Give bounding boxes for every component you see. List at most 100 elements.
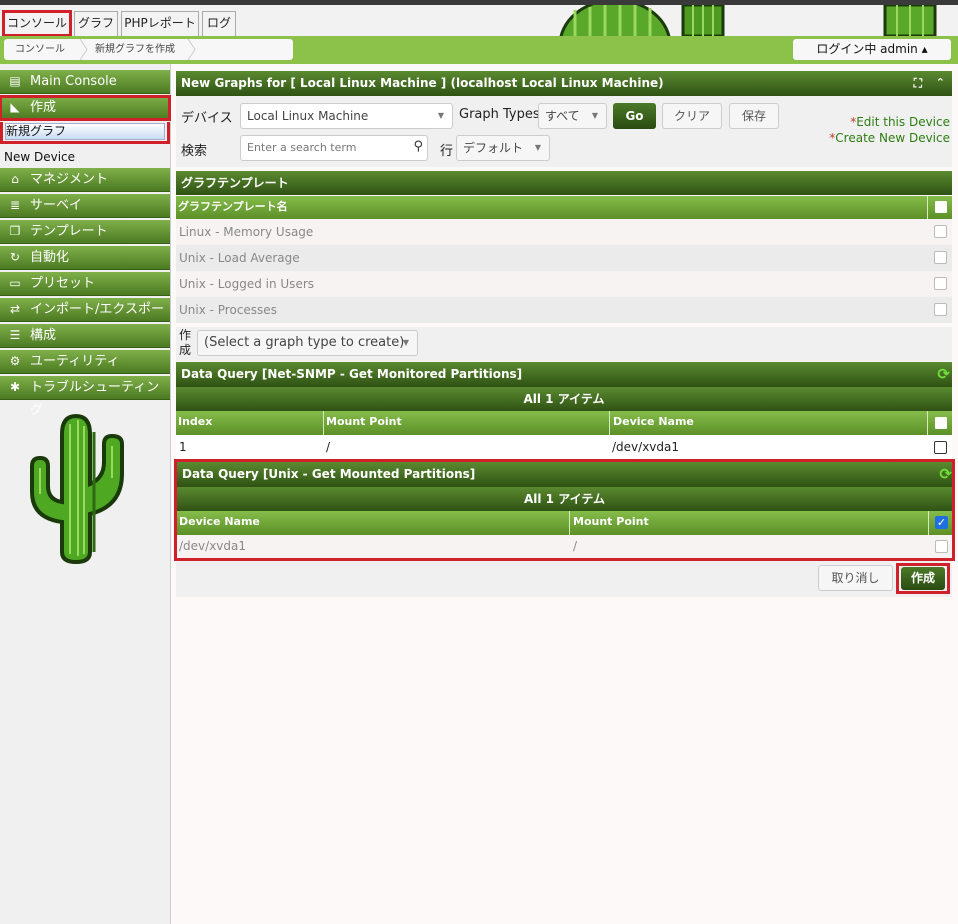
select-all-checkbox[interactable] <box>927 411 952 435</box>
home-icon: ⌂ <box>11 172 19 186</box>
breadcrumb: コンソール 新規グラフを作成 <box>4 39 293 60</box>
tab-console[interactable]: コンソール <box>2 10 72 37</box>
table-row[interactable]: Linux - Memory Usage <box>176 219 952 245</box>
table-row[interactable]: 1 / /dev/xvda1 <box>176 435 952 459</box>
sidebar-subitem-new-device[interactable]: New Device <box>4 147 75 167</box>
row-checkbox[interactable] <box>934 251 947 264</box>
sidebar-item-label: 構成 <box>30 328 57 343</box>
copy-icon: ❐ <box>9 224 21 238</box>
chevron-down-icon: ▼ <box>437 111 444 120</box>
tab-graphs[interactable]: グラフ <box>74 11 118 36</box>
sidebar-subitem-label: 新規グラフ <box>5 123 165 140</box>
bug-icon: ✱ <box>9 380 21 394</box>
tab-php-reports[interactable]: PHPレポート <box>121 11 199 36</box>
page-title: New Graphs for [ Local Linux Machine ] (… <box>181 76 664 90</box>
sidebar-item-main-console[interactable]: ▤ Main Console <box>0 70 170 94</box>
row-checkbox[interactable] <box>934 303 947 316</box>
login-user-menu[interactable]: ログイン中 admin ▴ <box>793 39 951 60</box>
sidebar-item-label: プリセット <box>30 276 96 291</box>
refresh-icon[interactable]: ⟳ <box>939 462 952 486</box>
rows-select[interactable]: デフォルト ▼ <box>456 135 550 161</box>
sidebar-item-4[interactable]: ▭ プリセット <box>0 272 170 296</box>
sidebar-item-label: ユーティリティ <box>30 354 120 369</box>
go-button[interactable]: Go <box>613 103 656 129</box>
collapse-icon[interactable]: ⌃ <box>936 71 945 95</box>
table-row[interactable]: Unix - Processes <box>176 297 952 323</box>
breadcrumb-separator-icon <box>79 39 88 60</box>
archive-icon: ▭ <box>9 276 21 290</box>
sliders-icon: ☰ <box>9 328 21 342</box>
sidebar-item-create[interactable]: ◣ 作成 <box>0 95 171 121</box>
edit-device-link[interactable]: *Edit this Device <box>850 115 950 129</box>
create-label: 作成 <box>179 328 192 357</box>
data-query-2-column-header: Device Name Mount Point ✓ <box>177 511 952 535</box>
fullscreen-icon[interactable]: ⛶ <box>914 71 922 95</box>
sidebar-item-2[interactable]: ❐ テンプレート <box>0 220 170 244</box>
create-device-link[interactable]: *Create New Device <box>829 131 950 145</box>
device-label: デバイス <box>181 111 233 126</box>
breadcrumb-separator-icon <box>187 39 196 60</box>
search-icon[interactable]: ⚲ <box>413 139 423 154</box>
cancel-button[interactable]: 取り消し <box>818 565 893 591</box>
create-graph-row: 作成 (Select a graph type to create) ▼ <box>176 327 952 361</box>
search-input[interactable]: Enter a search term ⚲ <box>240 135 428 161</box>
graph-templates-header: グラフテンプレート <box>176 171 952 195</box>
row-checkbox[interactable] <box>934 441 947 454</box>
breadcrumb-console[interactable]: コンソール <box>15 39 65 60</box>
create-button[interactable]: 作成 <box>901 567 945 590</box>
search-label: 検索 <box>181 144 208 159</box>
rows-label: 行 <box>440 144 454 159</box>
data-query-2-section: Data Query [Unix - Get Mounted Partition… <box>174 459 955 561</box>
sidebar-subitem-new-graphs[interactable]: 新規グラフ <box>0 122 170 144</box>
device-select[interactable]: Local Linux Machine ▼ <box>240 103 453 129</box>
table-row[interactable]: Unix - Load Average <box>176 245 952 271</box>
create-button-highlight: 作成 <box>896 563 950 594</box>
sidebar-item-label: Main Console <box>30 74 117 89</box>
actions-bar: 取り消し 作成 <box>176 561 952 597</box>
select-all-checkbox[interactable] <box>927 196 952 219</box>
sidebar-item-label: 作成 <box>30 100 57 115</box>
data-query-1-column-header: Index Mount Point Device Name <box>176 411 952 435</box>
sidebar-item-label: サーベイ <box>30 198 83 213</box>
sidebar-item-label: トラブルシューティング <box>30 380 160 418</box>
sidebar-item-label: 自動化 <box>30 250 70 265</box>
row-checkbox[interactable] <box>934 225 947 238</box>
tab-logs[interactable]: ログ <box>202 11 236 36</box>
sidebar: ▤ Main Console ◣ 作成 新規グラフ New Device ⌂ マネ… <box>0 64 171 924</box>
data-query-1-items: All 1 アイテム <box>176 387 952 411</box>
database-icon: ≣ <box>9 198 21 212</box>
graph-template-name: Unix - Logged in Users <box>179 277 315 291</box>
sidebar-item-label: マネジメント <box>30 172 109 187</box>
sidebar-item-7[interactable]: ⚙ ユーティリティ <box>0 350 170 374</box>
sidebar-item-0[interactable]: ⌂ マネジメント <box>0 168 170 192</box>
breadcrumb-new-graphs: 新規グラフを作成 <box>95 44 175 55</box>
map-icon: ▤ <box>9 74 21 88</box>
chevron-down-icon: ▼ <box>402 338 409 347</box>
filter-panel: デバイス Local Linux Machine ▼ Graph Types すべ… <box>176 96 952 167</box>
checkmark-icon: ✓ <box>935 516 948 529</box>
sidebar-item-5[interactable]: ⇄インポート/エクスポート <box>0 298 170 340</box>
chevron-down-icon: ▼ <box>591 111 598 120</box>
area-chart-icon: ◣ <box>10 100 20 114</box>
select-all-checkbox-checked[interactable]: ✓ <box>928 511 952 535</box>
sidebar-item-6[interactable]: ☰ 構成 <box>0 324 170 348</box>
cactus-banner-logo <box>555 5 940 36</box>
graph-types-label: Graph Types <box>459 107 540 122</box>
row-checkbox[interactable] <box>934 277 947 290</box>
page-header: New Graphs for [ Local Linux Machine ] (… <box>176 71 952 96</box>
clear-button[interactable]: クリア <box>662 103 722 129</box>
data-query-2-items: All 1 アイテム <box>177 487 952 511</box>
row-checkbox[interactable] <box>935 540 948 553</box>
sidebar-item-1[interactable]: ≣ サーベイ <box>0 194 170 218</box>
graph-template-name: Linux - Memory Usage <box>179 225 314 239</box>
graph-template-name: Unix - Processes <box>179 303 277 317</box>
table-row[interactable]: /dev/xvda1 / <box>177 535 952 558</box>
graph-types-select[interactable]: すべて ▼ <box>538 103 607 129</box>
cogs-icon: ⚙ <box>9 354 21 368</box>
save-button[interactable]: 保存 <box>729 103 779 129</box>
sidebar-item-3[interactable]: ↻ 自動化 <box>0 246 170 270</box>
graph-type-create-select[interactable]: (Select a graph type to create) ▼ <box>197 330 418 356</box>
refresh-icon[interactable]: ⟳ <box>937 362 950 386</box>
table-row[interactable]: Unix - Logged in Users <box>176 271 952 297</box>
sidebar-item-8[interactable]: ✱ トラブルシューティング <box>0 376 170 418</box>
